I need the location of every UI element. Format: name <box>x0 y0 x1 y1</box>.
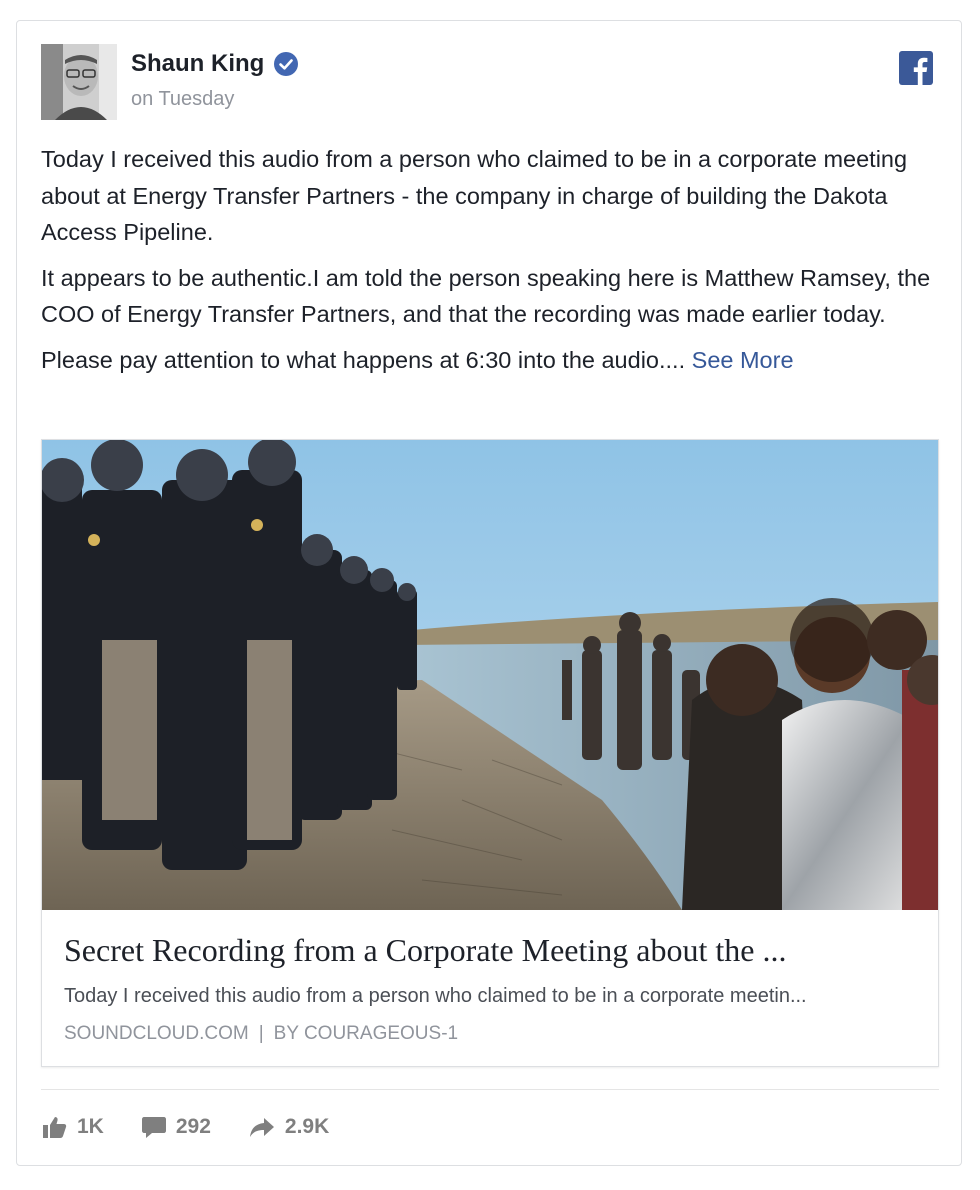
link-separator: | <box>258 1023 264 1044</box>
link-domain: SOUNDCLOUD.COM <box>64 1023 249 1044</box>
link-title[interactable]: Secret Recording from a Corporate Meetin… <box>64 932 924 969</box>
share-arrow-icon <box>249 1118 274 1137</box>
link-preview-image[interactable] <box>42 440 938 910</box>
avatar[interactable] <box>41 44 117 120</box>
protest-photo <box>42 440 938 910</box>
author-name-text[interactable]: Shaun King <box>131 50 264 78</box>
engagement-bar: 1K 292 2.9K <box>43 1115 367 1139</box>
see-more-link[interactable]: See More <box>692 347 794 373</box>
post-card: Shaun King on Tuesday Today I received t… <box>16 20 962 1166</box>
comment-icon <box>141 1117 166 1138</box>
divider <box>41 1089 939 1090</box>
link-description: Today I received this audio from a perso… <box>64 985 807 1007</box>
post-text: Today I received this audio from a perso… <box>41 141 941 387</box>
thumbs-up-icon <box>43 1117 67 1138</box>
verified-badge-icon <box>274 52 299 76</box>
post-timestamp[interactable]: on Tuesday <box>131 88 234 111</box>
facebook-logo-icon <box>899 51 933 85</box>
post-paragraph-2: It appears to be authentic.I am told the… <box>41 264 931 328</box>
share-count[interactable]: 2.9K <box>249 1115 329 1139</box>
link-preview-card[interactable]: Secret Recording from a Corporate Meetin… <box>41 439 939 1067</box>
post-paragraph-1: Today I received this audio from a perso… <box>41 146 908 245</box>
link-source: SOUNDCLOUD.COM | BY COURAGEOUS-1 <box>64 1023 458 1045</box>
like-count[interactable]: 1K <box>43 1115 104 1139</box>
post-paragraph-3: Please pay attention to what happens at … <box>41 342 941 379</box>
post-last-line: Please pay attention to what happens at … <box>41 346 686 373</box>
like-count-text: 1K <box>77 1115 104 1138</box>
comment-count-text: 292 <box>175 1115 211 1138</box>
share-count-text: 2.9K <box>284 1115 330 1138</box>
link-byline: BY COURAGEOUS-1 <box>273 1023 459 1044</box>
author-name[interactable]: Shaun King <box>131 50 299 78</box>
comment-count[interactable]: 292 <box>141 1115 211 1139</box>
